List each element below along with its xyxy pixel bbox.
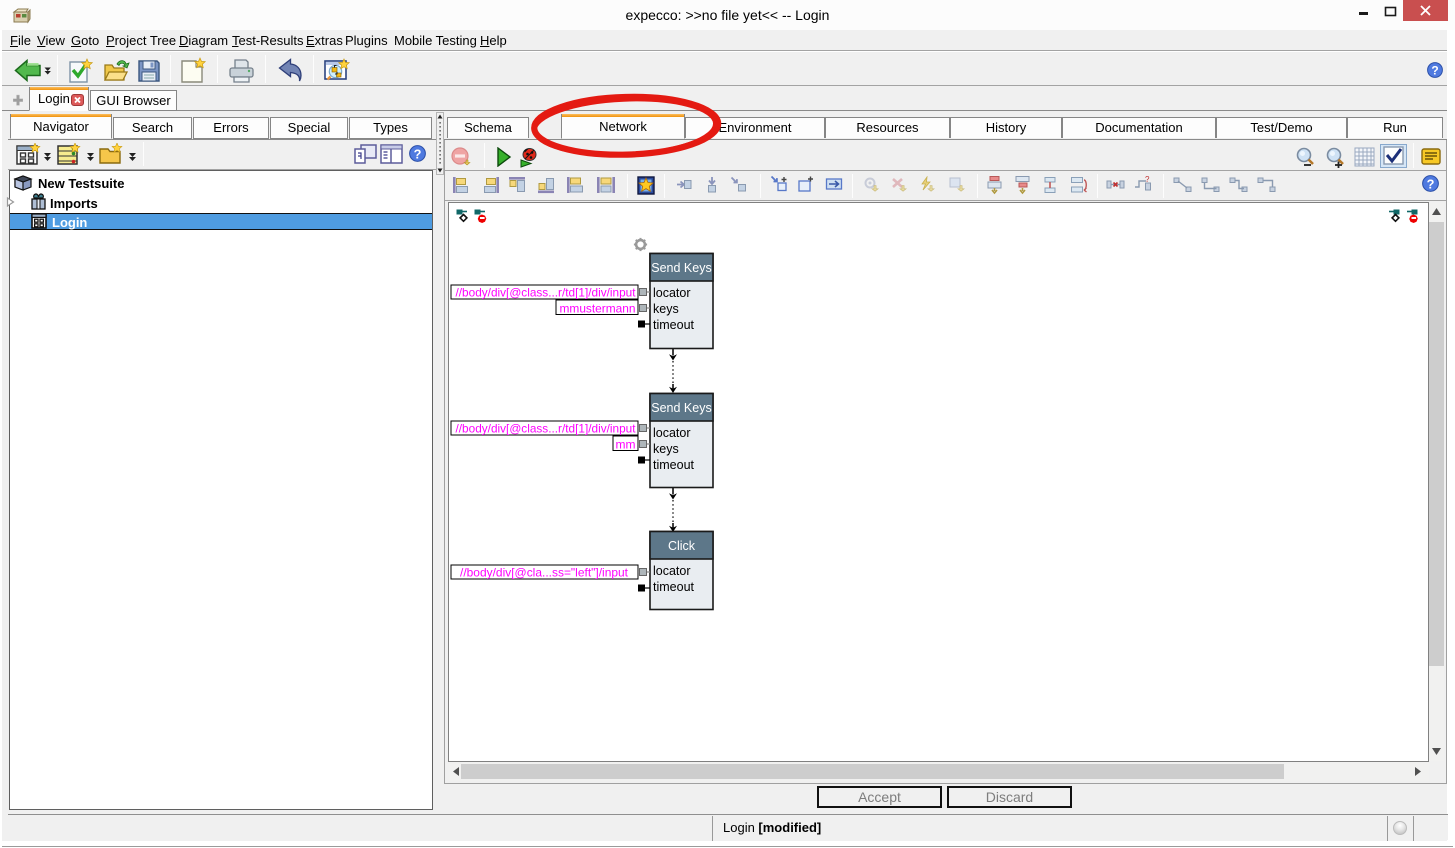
svg-text:locator: locator (653, 286, 691, 300)
svg-text://body/div[@class...r/td[1]/di: //body/div[@class...r/td[1]/div/input (456, 286, 637, 300)
svg-text://body/div[@cla...ss="left"]/i: //body/div[@cla...ss="left"]/input (460, 566, 629, 580)
svg-text:?: ? (1427, 176, 1435, 191)
svg-text:timeout: timeout (653, 318, 695, 332)
svg-text:?: ? (414, 146, 422, 161)
svg-text://body/div[@class...r/td[1]/di: //body/div[@class...r/td[1]/div/input (456, 422, 637, 436)
svg-text:Send Keys: Send Keys (651, 261, 711, 275)
svg-text:keys: keys (653, 442, 679, 456)
svg-text:timeout: timeout (653, 458, 695, 472)
svg-text:Click: Click (668, 539, 696, 553)
svg-text:?: ? (1431, 64, 1438, 78)
svg-text:?: ? (1145, 176, 1150, 184)
svg-text:Send Keys: Send Keys (651, 401, 711, 415)
svg-text:locator: locator (653, 564, 691, 578)
svg-text:keys: keys (653, 302, 679, 316)
svg-text:timeout: timeout (653, 580, 695, 594)
svg-text:locator: locator (653, 426, 691, 440)
svg-text:mmustermann: mmustermann (560, 302, 636, 316)
svg-text:mm: mm (616, 438, 636, 452)
